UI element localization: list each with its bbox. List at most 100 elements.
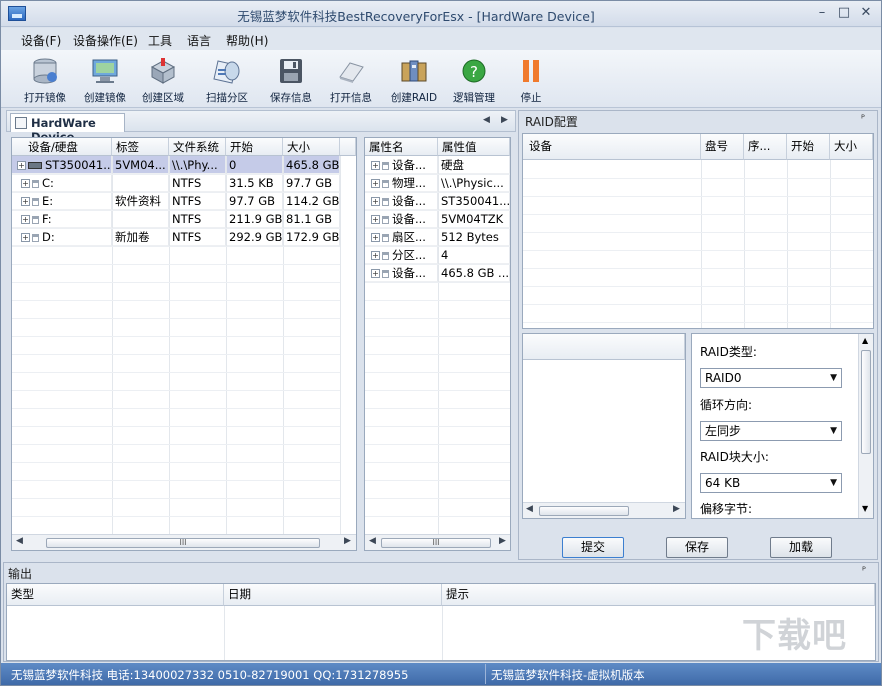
pin-icon[interactable]: ᴾ (861, 114, 865, 125)
vscroll-thumb[interactable] (861, 350, 871, 454)
stop-icon (523, 60, 539, 82)
create-raid-button[interactable]: 创建RAID (384, 55, 444, 105)
save-button[interactable]: 保存 (666, 537, 728, 558)
grid-line (12, 264, 340, 265)
table-row[interactable]: + ST350041... 5VM04... \\.\Phy... 0 465.8 GB (12, 156, 340, 174)
menu-language[interactable]: 语言 (187, 32, 211, 49)
grid-line (12, 444, 340, 445)
expand-icon[interactable]: + (21, 233, 30, 242)
grid-line (365, 210, 510, 211)
raid-pane: RAID配置 ᴾ 设备 盘号 序... 开始 大小 ◀ ▶ RAID类型: RA… (518, 110, 878, 560)
grid-line (523, 268, 873, 269)
minimize-button[interactable]: – (813, 5, 831, 21)
grid-line (12, 246, 340, 247)
raid-list-hscrollbar[interactable]: ◀ ▶ (523, 502, 685, 518)
block-size-select[interactable]: 64 KB ▼ (700, 473, 842, 493)
grid-line (12, 408, 340, 409)
open-info-label: 打开信息 (330, 92, 372, 104)
stop-button[interactable]: 停止 (501, 55, 561, 105)
tab-next-button[interactable]: ▶ (501, 115, 508, 125)
offset-label: 偏移字节: (700, 502, 753, 516)
column-header-label[interactable]: 标签 (112, 138, 169, 156)
save-info-button[interactable]: 保存信息 (261, 55, 321, 105)
menu-device-ops[interactable]: 设备操作(E) (73, 32, 138, 49)
open-info-button[interactable]: 打开信息 (321, 55, 381, 105)
expand-icon[interactable]: + (371, 215, 380, 224)
table-row[interactable]: + D: 新加卷 NTFS 292.9 GB 172.9 GB (12, 228, 340, 246)
expand-icon[interactable]: + (21, 197, 30, 206)
menu-help[interactable]: 帮助(H) (226, 32, 268, 49)
raid-scroll-right-arrow[interactable]: ▶ (673, 504, 680, 514)
scroll-right-arrow[interactable]: ▶ (344, 536, 351, 546)
scroll-up-arrow[interactable]: ▲ (862, 336, 868, 345)
column-header-type[interactable]: 类型 (7, 584, 224, 606)
stop-label: 停止 (520, 92, 542, 104)
device-hscrollbar[interactable]: ◀ III ▶ (12, 534, 356, 550)
tab-hardware-device[interactable]: HardWare Device (10, 113, 125, 144)
expand-icon[interactable]: + (21, 179, 30, 188)
logic-manage-button[interactable]: ? 逻辑管理 (444, 55, 504, 105)
raid-type-select[interactable]: RAID0 ▼ (700, 368, 842, 388)
cell-property-value: 512 Bytes (438, 228, 510, 246)
raid-settings-vscrollbar[interactable]: ▲ ▼ (858, 334, 873, 518)
raid-scroll-thumb[interactable] (539, 506, 629, 516)
column-header-disk-no[interactable]: 盘号 (701, 134, 744, 160)
grid-line (365, 174, 510, 175)
expand-icon[interactable]: + (371, 197, 380, 206)
column-header-hint[interactable]: 提示 (442, 584, 875, 606)
grid-line (340, 156, 341, 534)
grid-line (12, 192, 340, 193)
prop-scroll-thumb[interactable]: III (381, 538, 491, 548)
grid-line (12, 426, 340, 427)
output-pin-icon[interactable]: ᴾ (862, 566, 866, 577)
tab-prev-button[interactable]: ◀ (483, 115, 490, 125)
column-header-device[interactable]: 设备/硬盘 (12, 138, 112, 156)
column-header-property-value[interactable]: 属性值 (438, 138, 510, 156)
prop-scroll-right-arrow[interactable]: ▶ (499, 536, 506, 546)
column-header-raid-device[interactable]: 设备 (523, 134, 701, 160)
column-header-size[interactable]: 大小 (283, 138, 340, 156)
create-raid-label: 创建RAID (390, 92, 438, 104)
table-row[interactable]: + F: NTFS 211.9 GB 81.1 GB (12, 210, 340, 228)
column-header-property-name[interactable]: 属性名 (365, 138, 438, 156)
column-header-spacer (340, 138, 356, 156)
direction-select[interactable]: 左同步 ▼ (700, 421, 842, 441)
expand-icon[interactable]: + (371, 161, 380, 170)
create-image-button[interactable]: 创建镜像 (75, 55, 135, 105)
scroll-thumb[interactable]: III (46, 538, 320, 548)
property-hscrollbar[interactable]: ◀ III ▶ (365, 534, 510, 550)
column-header-filesystem[interactable]: 文件系统 (169, 138, 226, 156)
submit-button[interactable]: 提交 (562, 537, 624, 558)
table-row[interactable]: + E: 软件资料 NTFS 97.7 GB 114.2 GB (12, 192, 340, 210)
expand-icon[interactable]: + (17, 161, 26, 170)
column-header-date[interactable]: 日期 (224, 584, 442, 606)
expand-icon[interactable]: + (21, 215, 30, 224)
grid-line (523, 322, 873, 323)
create-region-button[interactable]: 创建区域 (133, 55, 193, 105)
column-header-order[interactable]: 序... (744, 134, 787, 160)
expand-icon[interactable]: + (371, 233, 380, 242)
device-name: D: (42, 230, 55, 244)
cell-label: 软件资料 (112, 192, 169, 210)
scroll-down-arrow[interactable]: ▼ (862, 504, 868, 513)
load-button[interactable]: 加载 (770, 537, 832, 558)
open-image-button[interactable]: 打开镜像 (15, 55, 75, 105)
close-button[interactable]: ✕ (857, 5, 875, 21)
column-header-raid-start[interactable]: 开始 (787, 134, 830, 160)
grid-line (523, 304, 873, 305)
menu-tools[interactable]: 工具 (148, 32, 172, 49)
expand-icon[interactable]: + (371, 251, 380, 260)
prop-scroll-left-arrow[interactable]: ◀ (369, 536, 376, 546)
column-header-start[interactable]: 开始 (226, 138, 283, 156)
menu-device[interactable]: 设备(F) (21, 32, 61, 49)
raid-scroll-left-arrow[interactable]: ◀ (526, 504, 533, 514)
table-row[interactable]: + C: NTFS 31.5 KB 97.7 GB (12, 174, 340, 192)
expand-icon[interactable]: + (371, 269, 380, 278)
scan-partition-button[interactable]: 扫描分区 (197, 55, 257, 105)
restore-button[interactable]: □ (835, 5, 853, 21)
expand-icon[interactable]: + (371, 179, 380, 188)
scroll-left-arrow[interactable]: ◀ (16, 536, 23, 546)
column-header-raid-size[interactable]: 大小 (830, 134, 873, 160)
output-pane: 输出 ᴾ 类型 日期 提示 下载吧 (3, 562, 879, 662)
cell-fs: NTFS (169, 228, 226, 246)
